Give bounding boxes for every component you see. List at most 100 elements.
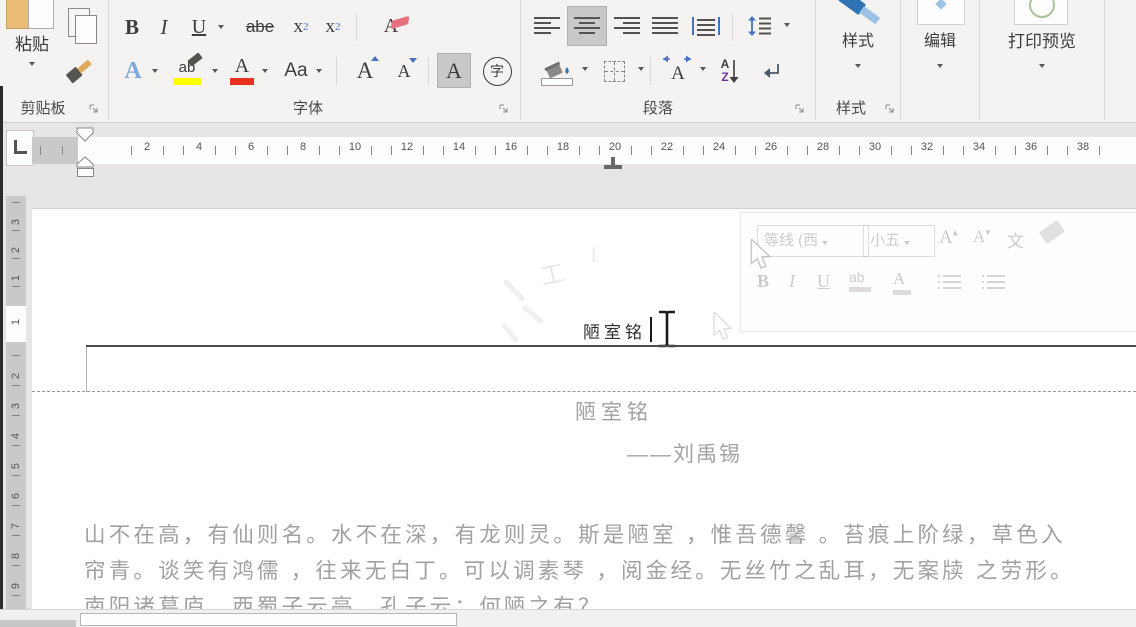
h-scrollbar[interactable]	[0, 609, 1136, 627]
edit-dropdown-arrow	[937, 64, 943, 68]
v-ruler-tick	[12, 445, 20, 446]
print-preview-dropdown-arrow	[1039, 64, 1045, 68]
h-scrollbar-thumb[interactable]	[80, 613, 457, 626]
h-ruler[interactable]: 2468101214161820222426283032343638	[32, 137, 1136, 164]
header-text[interactable]: 陋室铭	[583, 318, 646, 343]
copy-icon-front	[75, 15, 97, 44]
character-shading-button[interactable]: A	[438, 54, 470, 87]
sort-button[interactable]: A Z	[712, 52, 748, 90]
highlight-color-button[interactable]: ab	[166, 52, 208, 90]
font-color-dropdown-arrow[interactable]	[262, 69, 268, 73]
line-spacing-button[interactable]	[738, 8, 782, 44]
superscript-button[interactable]: x2	[318, 10, 348, 44]
asian-layout-button[interactable]: A	[658, 52, 698, 90]
clear-formatting-button[interactable]: A	[368, 8, 414, 44]
v-ruler[interactable]: 321123456789	[6, 196, 26, 627]
styles-button-label: 样式	[818, 31, 898, 53]
v-ruler-tick	[12, 505, 20, 506]
v-ruler-number: 1	[9, 271, 23, 285]
h-ruler-number: 26	[756, 141, 786, 153]
line-spacing-dropdown-arrow[interactable]	[784, 23, 790, 27]
ghost-cursor-arrow	[749, 239, 775, 271]
distribute-button[interactable]	[686, 8, 726, 44]
h-ruler-tick	[943, 146, 944, 155]
align-left-icon	[534, 16, 560, 36]
first-line-indent-marker[interactable]	[76, 127, 94, 142]
h-ruler-tick	[859, 146, 860, 155]
strikethrough-button[interactable]: abe	[236, 10, 284, 44]
enclose-characters-button[interactable]: 字	[478, 52, 516, 90]
h-ruler-tick	[1099, 146, 1100, 155]
shading-color-bar	[541, 78, 573, 86]
h-ruler-tick	[183, 146, 184, 155]
sort-az-icon: A Z	[721, 58, 730, 84]
line-spacing-icon	[747, 15, 773, 37]
v-ruler-number: 3	[9, 215, 23, 229]
edit-button[interactable]: 编辑	[903, 0, 977, 96]
font-dialog-launcher[interactable]	[498, 103, 510, 115]
highlight-dropdown-arrow[interactable]	[212, 69, 218, 73]
h-ruler-number: 16	[496, 141, 526, 153]
v-ruler-tick	[12, 565, 20, 566]
grow-font-button[interactable]: A	[348, 52, 382, 90]
format-painter-button[interactable]	[60, 50, 102, 90]
align-right-button[interactable]	[610, 8, 644, 44]
shading-dropdown-arrow[interactable]	[582, 67, 588, 71]
shading-button[interactable]	[536, 52, 578, 90]
v-ruler-tick	[12, 202, 20, 203]
v-ruler-number: 3	[9, 399, 23, 413]
body-title[interactable]: 陋室铭	[575, 396, 653, 426]
window-left-edge	[0, 86, 3, 627]
copy-button[interactable]	[64, 6, 102, 48]
paste-button[interactable]: 粘贴	[4, 0, 60, 78]
paragraph-mark-button[interactable]	[752, 52, 792, 90]
borders-dropdown-arrow[interactable]	[638, 67, 644, 71]
ghost-number-list-icon	[981, 273, 1007, 291]
mouse-ibeam-cursor	[655, 308, 679, 350]
justify-button[interactable]	[648, 8, 682, 44]
enclose-circle-icon: 字	[483, 57, 512, 86]
body-paragraph[interactable]: 山不在高，有仙则名。水不在深，有龙则灵。斯是陋室 ，惟吾德馨 。苔痕上阶绿，草色…	[84, 517, 1136, 609]
left-indent-marker[interactable]	[77, 168, 94, 177]
h-ruler-tick	[423, 146, 424, 155]
borders-button[interactable]	[594, 52, 634, 90]
styles-button[interactable]: 样式	[818, 0, 898, 96]
h-ruler-tick	[235, 146, 236, 155]
h-ruler-number: 24	[704, 141, 734, 153]
borders-icon	[604, 61, 625, 82]
v-ruler-number: 8	[9, 549, 23, 563]
shrink-font-button[interactable]: A	[388, 52, 420, 90]
paragraph-dialog-launcher[interactable]	[794, 103, 806, 115]
body-line: 山不在高，有仙则名。水不在深，有龙则灵。斯是陋室 ，惟吾德馨 。苔痕上阶绿，草色…	[84, 517, 1136, 553]
clipboard-dialog-launcher[interactable]	[88, 103, 100, 115]
asian-layout-dropdown-arrow[interactable]	[700, 67, 706, 71]
h-ruler-tick	[391, 146, 392, 155]
center-tab-stop-marker[interactable]	[604, 157, 622, 171]
text-effects-button[interactable]: A	[116, 52, 150, 90]
text-effects-dropdown-arrow[interactable]	[152, 69, 158, 73]
align-center-icon	[574, 16, 600, 36]
align-center-button[interactable]	[568, 7, 606, 45]
align-left-button[interactable]	[530, 8, 564, 44]
clipboard-group-label: 剪贴板	[0, 99, 86, 118]
h-ruler-number: 34	[964, 141, 994, 153]
font-color-button[interactable]: A	[226, 52, 258, 90]
highlight-color-bar	[173, 78, 201, 85]
paste-dropdown-arrow[interactable]	[29, 62, 35, 66]
change-case-dropdown-arrow[interactable]	[316, 69, 322, 73]
h-ruler-tick	[787, 146, 788, 155]
print-preview-button[interactable]: 打印预览	[982, 0, 1102, 96]
bold-button[interactable]: B	[118, 10, 146, 44]
italic-button[interactable]: I	[152, 10, 176, 44]
change-case-button[interactable]: Aa	[278, 52, 314, 90]
styles-dialog-launcher[interactable]	[884, 103, 896, 115]
underline-dropdown-arrow[interactable]	[218, 25, 224, 29]
edit-icon	[917, 0, 965, 25]
subscript-button[interactable]: x2	[286, 10, 316, 44]
underline-button[interactable]: U	[182, 10, 216, 44]
v-ruler-number: 2	[9, 369, 23, 383]
body-author[interactable]: ——刘禹锡	[627, 438, 742, 468]
v-ruler-number: 7	[9, 519, 23, 533]
hanging-indent-marker[interactable]	[76, 156, 94, 168]
v-ruler-tick	[12, 475, 20, 476]
